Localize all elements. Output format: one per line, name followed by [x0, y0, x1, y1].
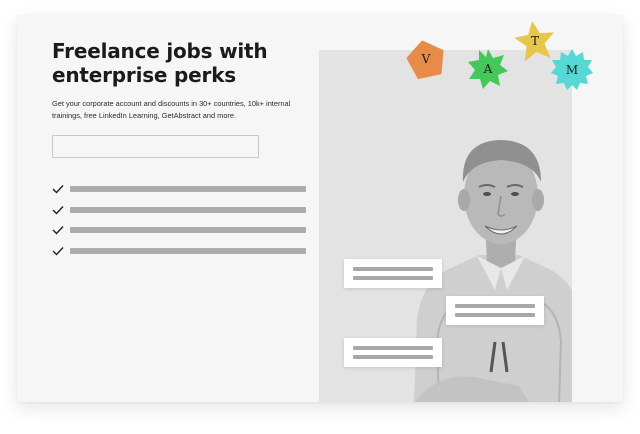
- headline: Freelance jobs with enterprise perks: [52, 39, 268, 87]
- benefit-item: [52, 244, 307, 265]
- badge-v: V: [405, 38, 447, 80]
- card-text-placeholder: [353, 276, 433, 280]
- info-card: [446, 296, 544, 325]
- benefit-item: [52, 203, 307, 224]
- badge-a: A: [467, 48, 509, 90]
- card-text-placeholder: [353, 346, 433, 350]
- card-text-placeholder: [353, 355, 433, 359]
- badge-m: M: [550, 48, 594, 92]
- card-text-placeholder: [455, 313, 535, 317]
- card-text-placeholder: [455, 304, 535, 308]
- check-icon: [52, 226, 64, 235]
- card-text-placeholder: [353, 267, 433, 271]
- benefit-text-placeholder: [70, 186, 306, 192]
- benefit-item: [52, 182, 307, 203]
- subtext: Get your corporate account and discounts…: [52, 99, 291, 120]
- badge-letter: M: [565, 63, 579, 77]
- badge-letter: A: [483, 62, 493, 76]
- benefit-text-placeholder: [70, 247, 306, 254]
- check-icon: [52, 205, 64, 215]
- benefit-text-placeholder: [70, 206, 306, 213]
- info-card: [344, 338, 442, 367]
- check-icon: [52, 246, 64, 256]
- benefits-list: [52, 182, 307, 264]
- benefit-text-placeholder: [70, 227, 306, 234]
- benefit-item: [52, 223, 307, 244]
- check-icon: [52, 185, 64, 194]
- signup-input[interactable]: [52, 135, 259, 158]
- hero-card: Freelance jobs with enterprise perks Get…: [17, 15, 623, 402]
- info-card: [344, 259, 442, 288]
- badge-letter: V: [421, 52, 431, 66]
